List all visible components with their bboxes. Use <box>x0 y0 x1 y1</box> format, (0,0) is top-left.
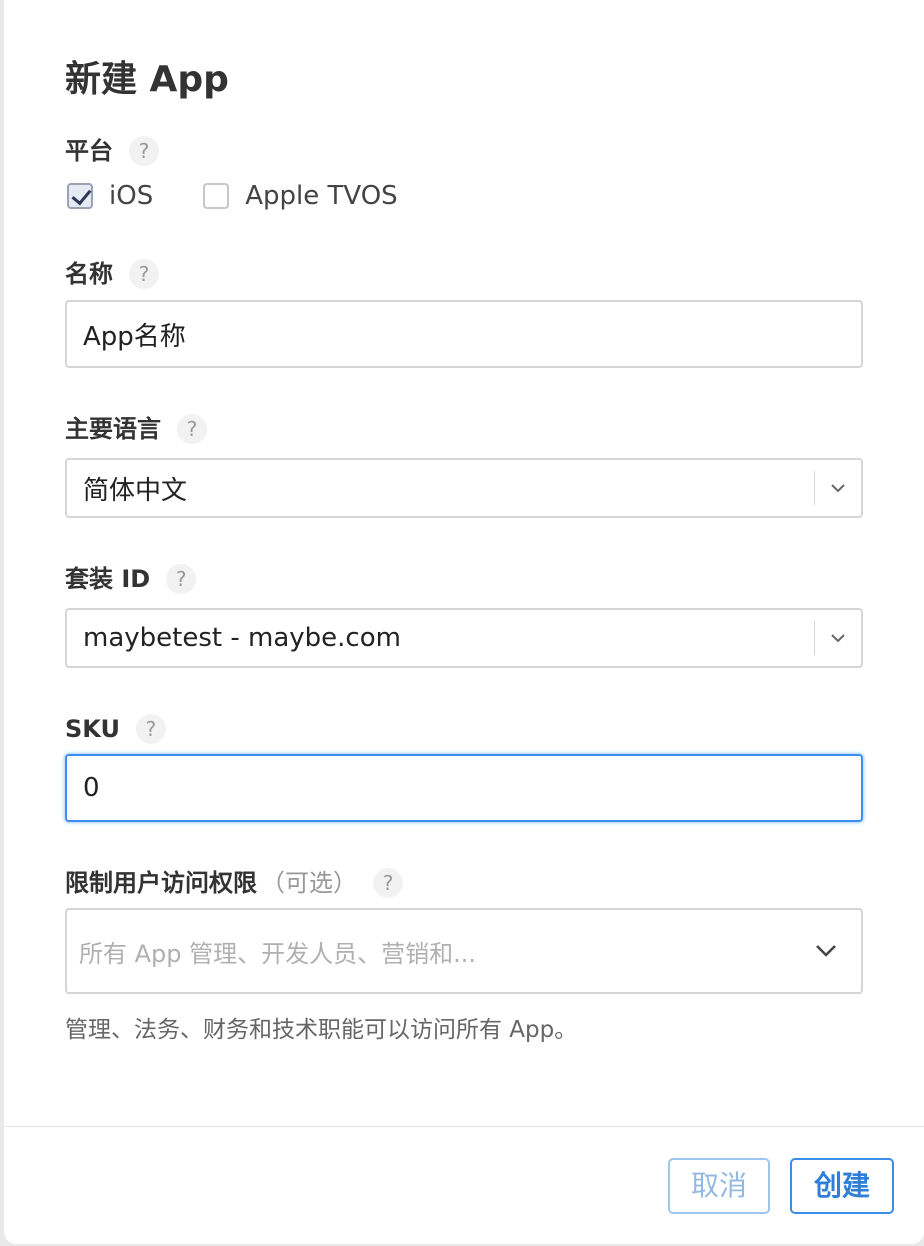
platform-help-icon[interactable]: ? <box>129 136 159 166</box>
sku-help-icon[interactable]: ? <box>135 714 166 744</box>
language-label-row: 主要语言 ? <box>65 413 207 445</box>
chevron-down-icon[interactable] <box>815 610 861 666</box>
user-access-label-row: 限制用户访问权限 （可选） ? <box>65 867 403 899</box>
name-label: 名称 <box>65 260 113 288</box>
bundle-id-select-value[interactable]: maybetest - maybe.com <box>67 623 814 653</box>
new-app-dialog: 新建 App 平台 ? iOS Apple TVOS 名称 ? App名称 主要… <box>4 0 924 1244</box>
language-select-value[interactable]: 简体中文 <box>67 470 814 507</box>
name-input[interactable]: App名称 <box>65 300 863 368</box>
user-access-placeholder[interactable]: 所有 App 管理、开发人员、营销和... <box>67 934 791 969</box>
name-help-icon[interactable]: ? <box>129 259 159 289</box>
appletvos-label[interactable]: Apple TVOS <box>245 181 397 211</box>
footer-divider <box>4 1126 924 1127</box>
name-input-value[interactable]: App名称 <box>67 316 861 353</box>
platform-option-appletvos[interactable]: Apple TVOS <box>203 181 398 211</box>
language-label: 主要语言 <box>65 415 161 443</box>
sku-label-row: SKU ? <box>65 713 166 745</box>
chevron-down-icon[interactable] <box>791 910 861 992</box>
create-button[interactable]: 创建 <box>790 1158 894 1214</box>
sku-input-value[interactable]: 0 <box>67 773 861 803</box>
user-access-label: 限制用户访问权限 <box>65 869 257 897</box>
user-access-select[interactable]: 所有 App 管理、开发人员、营销和... <box>65 908 863 994</box>
platform-option-ios[interactable]: iOS <box>67 181 153 211</box>
bundle-id-select[interactable]: maybetest - maybe.com <box>65 608 863 668</box>
cancel-button[interactable]: 取消 <box>668 1158 770 1214</box>
language-help-icon[interactable]: ? <box>177 414 207 444</box>
ios-checkbox[interactable] <box>67 183 93 209</box>
bundle-id-help-icon[interactable]: ? <box>166 564 197 594</box>
sku-input[interactable]: 0 <box>65 754 863 822</box>
appletvos-checkbox[interactable] <box>203 183 230 209</box>
name-label-row: 名称 ? <box>65 258 159 290</box>
user-access-optional-label: （可选） <box>261 869 357 897</box>
bundle-id-label: 套装 ID <box>65 565 151 593</box>
user-access-help-icon[interactable]: ? <box>373 868 403 898</box>
platform-label: 平台 <box>65 137 113 165</box>
platform-options: iOS Apple TVOS <box>67 178 448 214</box>
platform-label-row: 平台 ? <box>65 135 159 167</box>
bundle-id-label-row: 套装 ID ? <box>65 563 197 595</box>
ios-label[interactable]: iOS <box>109 181 153 211</box>
user-access-note: 管理、法务、财务和技术职能可以访问所有 App。 <box>65 1017 578 1043</box>
chevron-down-icon[interactable] <box>815 460 861 516</box>
dialog-title: 新建 App <box>65 59 229 100</box>
sku-label: SKU <box>65 715 120 743</box>
language-select[interactable]: 简体中文 <box>65 458 863 518</box>
